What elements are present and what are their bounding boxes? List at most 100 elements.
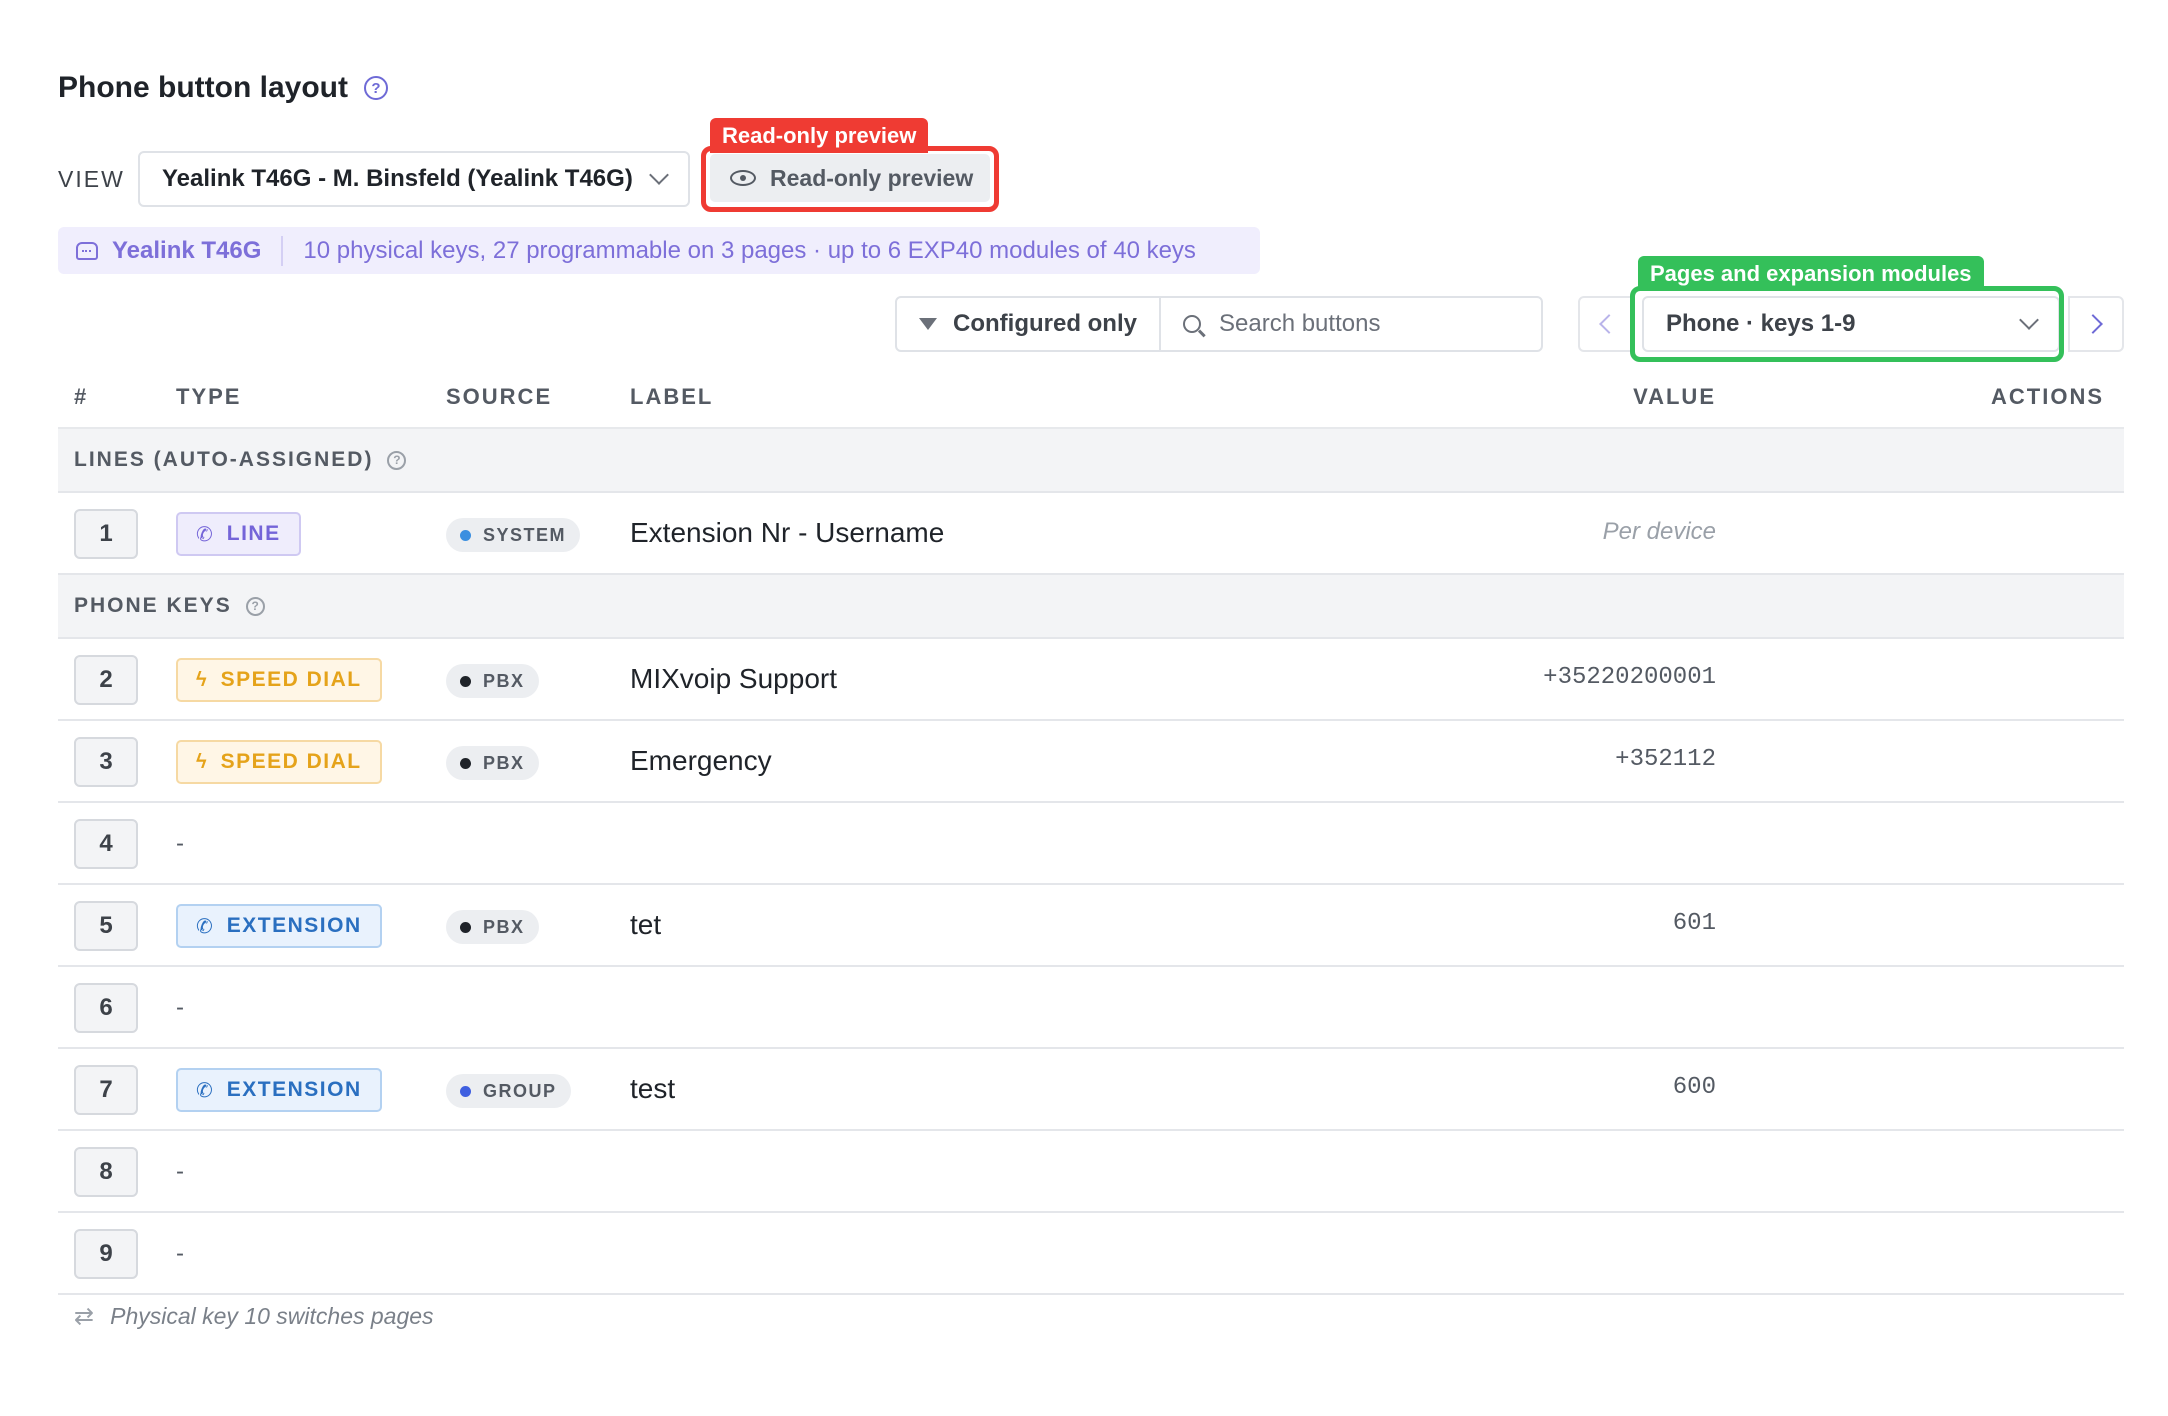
type-badge-extension: ✆ EXTENSION	[176, 1068, 382, 1112]
chevron-down-icon	[649, 165, 669, 185]
value-cell: 600	[1672, 1074, 1716, 1101]
configured-only-label: Configured only	[953, 310, 1137, 337]
swap-arrows-icon: ⇄	[74, 1303, 95, 1330]
key-number: 5	[74, 901, 138, 951]
type-label: LINE	[226, 522, 281, 545]
desk-phone-icon	[76, 241, 98, 260]
empty-type: -	[176, 830, 184, 857]
table-row[interactable]: 3 ϟ SPEED DIAL PBX Emergency +352112	[58, 721, 2124, 803]
key-number: 8	[74, 1147, 138, 1197]
value-cell: +352112	[1615, 746, 1716, 773]
status-dot	[460, 921, 471, 933]
column-header-value: VALUE	[1633, 384, 1716, 409]
table-row[interactable]: 2 ϟ SPEED DIAL PBX MIXvoip Support +3522…	[58, 639, 2124, 721]
group-title: PHONE KEYS	[74, 594, 232, 617]
value-cell: Per device	[1602, 518, 1716, 545]
key-number: 2	[74, 655, 138, 705]
key-number: 4	[74, 819, 138, 869]
status-dot	[460, 529, 471, 541]
lightning-icon: ϟ	[196, 668, 207, 691]
group-header-phone-keys: PHONE KEYS ?	[58, 575, 2124, 639]
table-row[interactable]: 5 ✆ EXTENSION PBX tet 601	[58, 885, 2124, 967]
phone-icon: ✆	[196, 1079, 213, 1102]
previous-page-button[interactable]	[1578, 296, 1634, 352]
view-select-value: Yealink T46G - M. Binsfeld (Yealink T46G…	[162, 165, 633, 192]
table-row[interactable]: 4 -	[58, 803, 2124, 885]
empty-type: -	[176, 994, 184, 1021]
empty-type: -	[176, 1158, 184, 1185]
source-badge: PBX	[446, 910, 539, 944]
source-badge: PBX	[446, 664, 539, 698]
search-input[interactable]: Search buttons	[1161, 298, 1541, 350]
group-header-lines: LINES (AUTO-ASSIGNED) ?	[58, 429, 2124, 493]
phone-icon: ✆	[196, 915, 213, 938]
type-badge-speed-dial: ϟ SPEED DIAL	[176, 658, 382, 702]
table-row[interactable]: 6 -	[58, 967, 2124, 1049]
search-placeholder: Search buttons	[1219, 310, 1381, 337]
column-header-actions: ACTIONS	[1991, 384, 2104, 409]
chevron-right-icon	[2083, 314, 2103, 334]
type-badge-extension: ✆ EXTENSION	[176, 904, 382, 948]
type-badge-speed-dial: ϟ SPEED DIAL	[176, 740, 382, 784]
search-icon	[1183, 315, 1201, 333]
divider	[281, 235, 284, 266]
view-label: VIEW	[58, 166, 125, 192]
key-number: 6	[74, 983, 138, 1033]
column-header-type: TYPE	[176, 384, 242, 409]
type-label: EXTENSION	[226, 914, 362, 937]
table-row[interactable]: 7 ✆ EXTENSION GROUP test 600	[58, 1049, 2124, 1131]
pages-highlight-box	[1630, 286, 2064, 362]
help-icon[interactable]: ?	[245, 596, 265, 616]
label-cell: Extension Nr - Username	[630, 517, 945, 548]
source-badge: GROUP	[446, 1074, 571, 1108]
source-label: PBX	[483, 670, 525, 691]
type-badge-line: ✆ LINE	[176, 512, 301, 556]
source-label: PBX	[483, 916, 525, 937]
value-cell: 601	[1672, 910, 1716, 937]
column-header-label: LABEL	[630, 384, 714, 409]
next-page-button[interactable]	[2068, 296, 2124, 352]
key-number: 3	[74, 737, 138, 787]
chevron-left-icon	[1599, 314, 1619, 334]
footnote-text: Physical key 10 switches pages	[110, 1303, 434, 1329]
device-info-strip: Yealink T46G 10 physical keys, 27 progra…	[58, 227, 1260, 274]
help-icon[interactable]: ?	[364, 76, 388, 100]
label-cell: Emergency	[630, 745, 772, 776]
key-number: 1	[74, 509, 138, 559]
status-dot	[460, 1085, 471, 1097]
device-name: Yealink T46G	[112, 236, 262, 264]
type-label: SPEED DIAL	[220, 750, 362, 773]
status-dot	[460, 757, 471, 769]
empty-type: -	[176, 1240, 184, 1267]
source-badge: SYSTEM	[446, 518, 581, 552]
source-label: PBX	[483, 752, 525, 773]
source-badge: PBX	[446, 746, 539, 780]
table-row[interactable]: 1 ✆ LINE SYSTEM Extension Nr - Username …	[58, 493, 2124, 575]
page-title: Phone button layout	[58, 71, 348, 104]
footnote: ⇄ Physical key 10 switches pages	[74, 1302, 434, 1331]
table-row[interactable]: 8 -	[58, 1131, 2124, 1213]
pages-annotation-tag: Pages and expansion modules	[1638, 256, 1984, 291]
lightning-icon: ϟ	[196, 750, 207, 773]
source-label: GROUP	[483, 1080, 557, 1101]
view-select[interactable]: Yealink T46G - M. Binsfeld (Yealink T46G…	[138, 151, 690, 207]
source-label: SYSTEM	[483, 524, 567, 545]
key-number: 9	[74, 1229, 138, 1279]
phone-call-icon: ✆	[196, 523, 213, 546]
label-cell: test	[630, 1073, 676, 1104]
help-icon[interactable]: ?	[387, 450, 407, 470]
value-cell: +35220200001	[1543, 664, 1716, 691]
readonly-highlight-box	[701, 146, 999, 212]
label-cell: MIXvoip Support	[630, 663, 837, 694]
type-label: EXTENSION	[226, 1078, 362, 1101]
status-dot	[460, 675, 471, 687]
filter-icon	[919, 318, 937, 330]
label-cell: tet	[630, 909, 662, 940]
device-summary: 10 physical keys, 27 programmable on 3 p…	[303, 236, 1196, 264]
table-row[interactable]: 9 -	[58, 1213, 2124, 1295]
column-header-num: #	[74, 384, 89, 409]
filter-toolbar: Configured only Search buttons	[895, 296, 1543, 352]
configured-only-toggle[interactable]: Configured only	[897, 298, 1161, 350]
readonly-annotation-tag: Read-only preview	[710, 118, 929, 153]
key-number: 7	[74, 1065, 138, 1115]
